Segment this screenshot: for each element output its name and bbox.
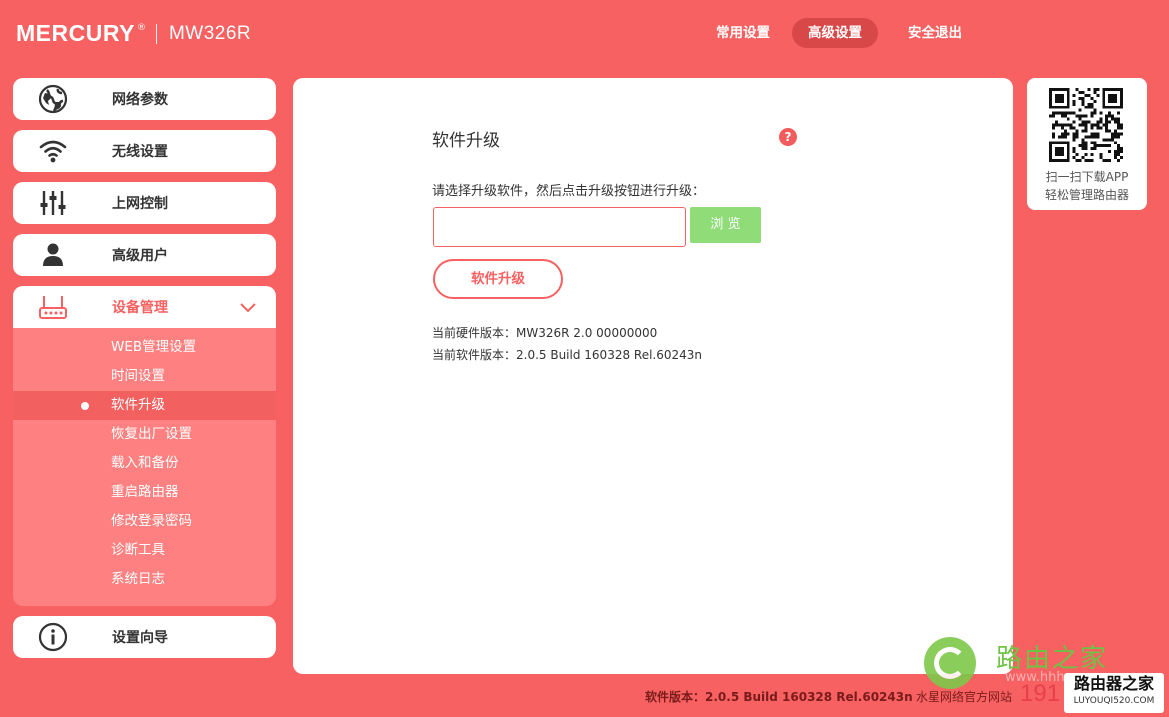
chevron-down-icon [240, 299, 256, 318]
sidebar-item-setup-wizard[interactable]: 设置向导 [13, 616, 276, 658]
tab-advanced-settings[interactable]: 高级设置 [792, 18, 878, 48]
qr-caption-line1: 扫一扫下载APP [1045, 170, 1129, 184]
submenu-item-time-settings[interactable]: 时间设置 [13, 362, 276, 391]
official-site-link[interactable]: 水星网络官方网站 [916, 688, 1012, 705]
registered-mark: ® [136, 22, 146, 33]
brand-logo: MERCURY ® MW326R [16, 20, 251, 47]
user-icon [38, 240, 68, 270]
submenu-item-change-password[interactable]: 修改登录密码 [13, 507, 276, 536]
globe-icon [38, 84, 68, 114]
submenu-item-label: 软件升级 [111, 397, 165, 413]
wifi-icon [38, 136, 68, 166]
page-title: 软件升级 [432, 131, 500, 151]
qr-caption-line2: 轻松管理路由器 [1044, 188, 1129, 202]
footer-software-version: 软件版本：2.0.5 Build 160328 Rel.60243n [645, 690, 913, 704]
sidebar-item-network[interactable]: 网络参数 [13, 78, 276, 120]
sidebar-item-label: 高级用户 [112, 248, 168, 264]
submenu-item-web-management[interactable]: WEB管理设置 [13, 333, 276, 362]
sidebar-item-access-control[interactable]: 上网控制 [13, 182, 276, 224]
device-management-submenu: WEB管理设置 时间设置 软件升级 恢复出厂设置 载入和备份 重启路由器 修改登… [13, 328, 276, 606]
sidebar-item-advanced-user[interactable]: 高级用户 [13, 234, 276, 276]
sidebar-item-wireless[interactable]: 无线设置 [13, 130, 276, 172]
submenu-item-software-upgrade[interactable]: 软件升级 [13, 391, 276, 420]
app-qr-panel: 扫一扫下载APP 轻松管理路由器 [1027, 78, 1147, 210]
sidebar-item-label: 设置向导 [112, 630, 168, 646]
sliders-icon [38, 188, 68, 218]
sidebar-item-label: 上网控制 [112, 196, 168, 212]
submenu-item-factory-reset[interactable]: 恢复出厂设置 [13, 420, 276, 449]
software-upgrade-button[interactable]: 软件升级 [433, 259, 563, 299]
qr-code-icon [1049, 88, 1123, 162]
submenu-item-system-log[interactable]: 系统日志 [13, 565, 276, 594]
logo-divider [155, 23, 157, 44]
sidebar-item-device-management[interactable]: 设备管理 [13, 286, 276, 328]
brand-name: MERCURY [16, 20, 135, 46]
watermark-number: 191 [1020, 680, 1061, 707]
hardware-version: 当前硬件版本：MW326R 2.0 00000000 [432, 326, 658, 340]
browse-button[interactable]: 浏 览 [690, 207, 761, 243]
model-name: MW326R [168, 22, 252, 44]
watermark-badge-title: 路由器之家 [1073, 674, 1154, 693]
top-navigation: 常用设置 高级设置 安全退出 [700, 18, 984, 48]
submenu-item-backup-restore[interactable]: 载入和备份 [13, 449, 276, 478]
submenu-item-reboot[interactable]: 重启路由器 [13, 478, 276, 507]
help-icon[interactable]: ? [779, 128, 797, 146]
tab-common-settings[interactable]: 常用设置 [700, 18, 786, 48]
sidebar-item-label: 无线设置 [112, 144, 168, 160]
upgrade-file-field[interactable] [433, 207, 686, 247]
watermark-badge-url: LUYOUQI520.COM [1073, 696, 1155, 706]
watermark-logo-icon [924, 637, 976, 689]
info-icon [38, 622, 68, 652]
tab-logout[interactable]: 安全退出 [892, 18, 978, 48]
submenu-item-diagnostics[interactable]: 诊断工具 [13, 536, 276, 565]
software-version: 当前软件版本：2.0.5 Build 160328 Rel.60243n [432, 348, 703, 362]
router-icon [38, 292, 68, 322]
active-dot-icon [81, 402, 89, 410]
main-panel: 软件升级 ? 请选择升级软件，然后点击升级按钮进行升级： 浏 览 软件升级 当前… [293, 78, 1013, 674]
upgrade-instruction: 请选择升级软件，然后点击升级按钮进行升级： [432, 184, 706, 199]
sidebar-item-label: 网络参数 [112, 92, 168, 108]
sidebar-item-label: 设备管理 [112, 300, 168, 316]
watermark-badge: 路由器之家 LUYOUQI520.COM [1064, 673, 1164, 713]
